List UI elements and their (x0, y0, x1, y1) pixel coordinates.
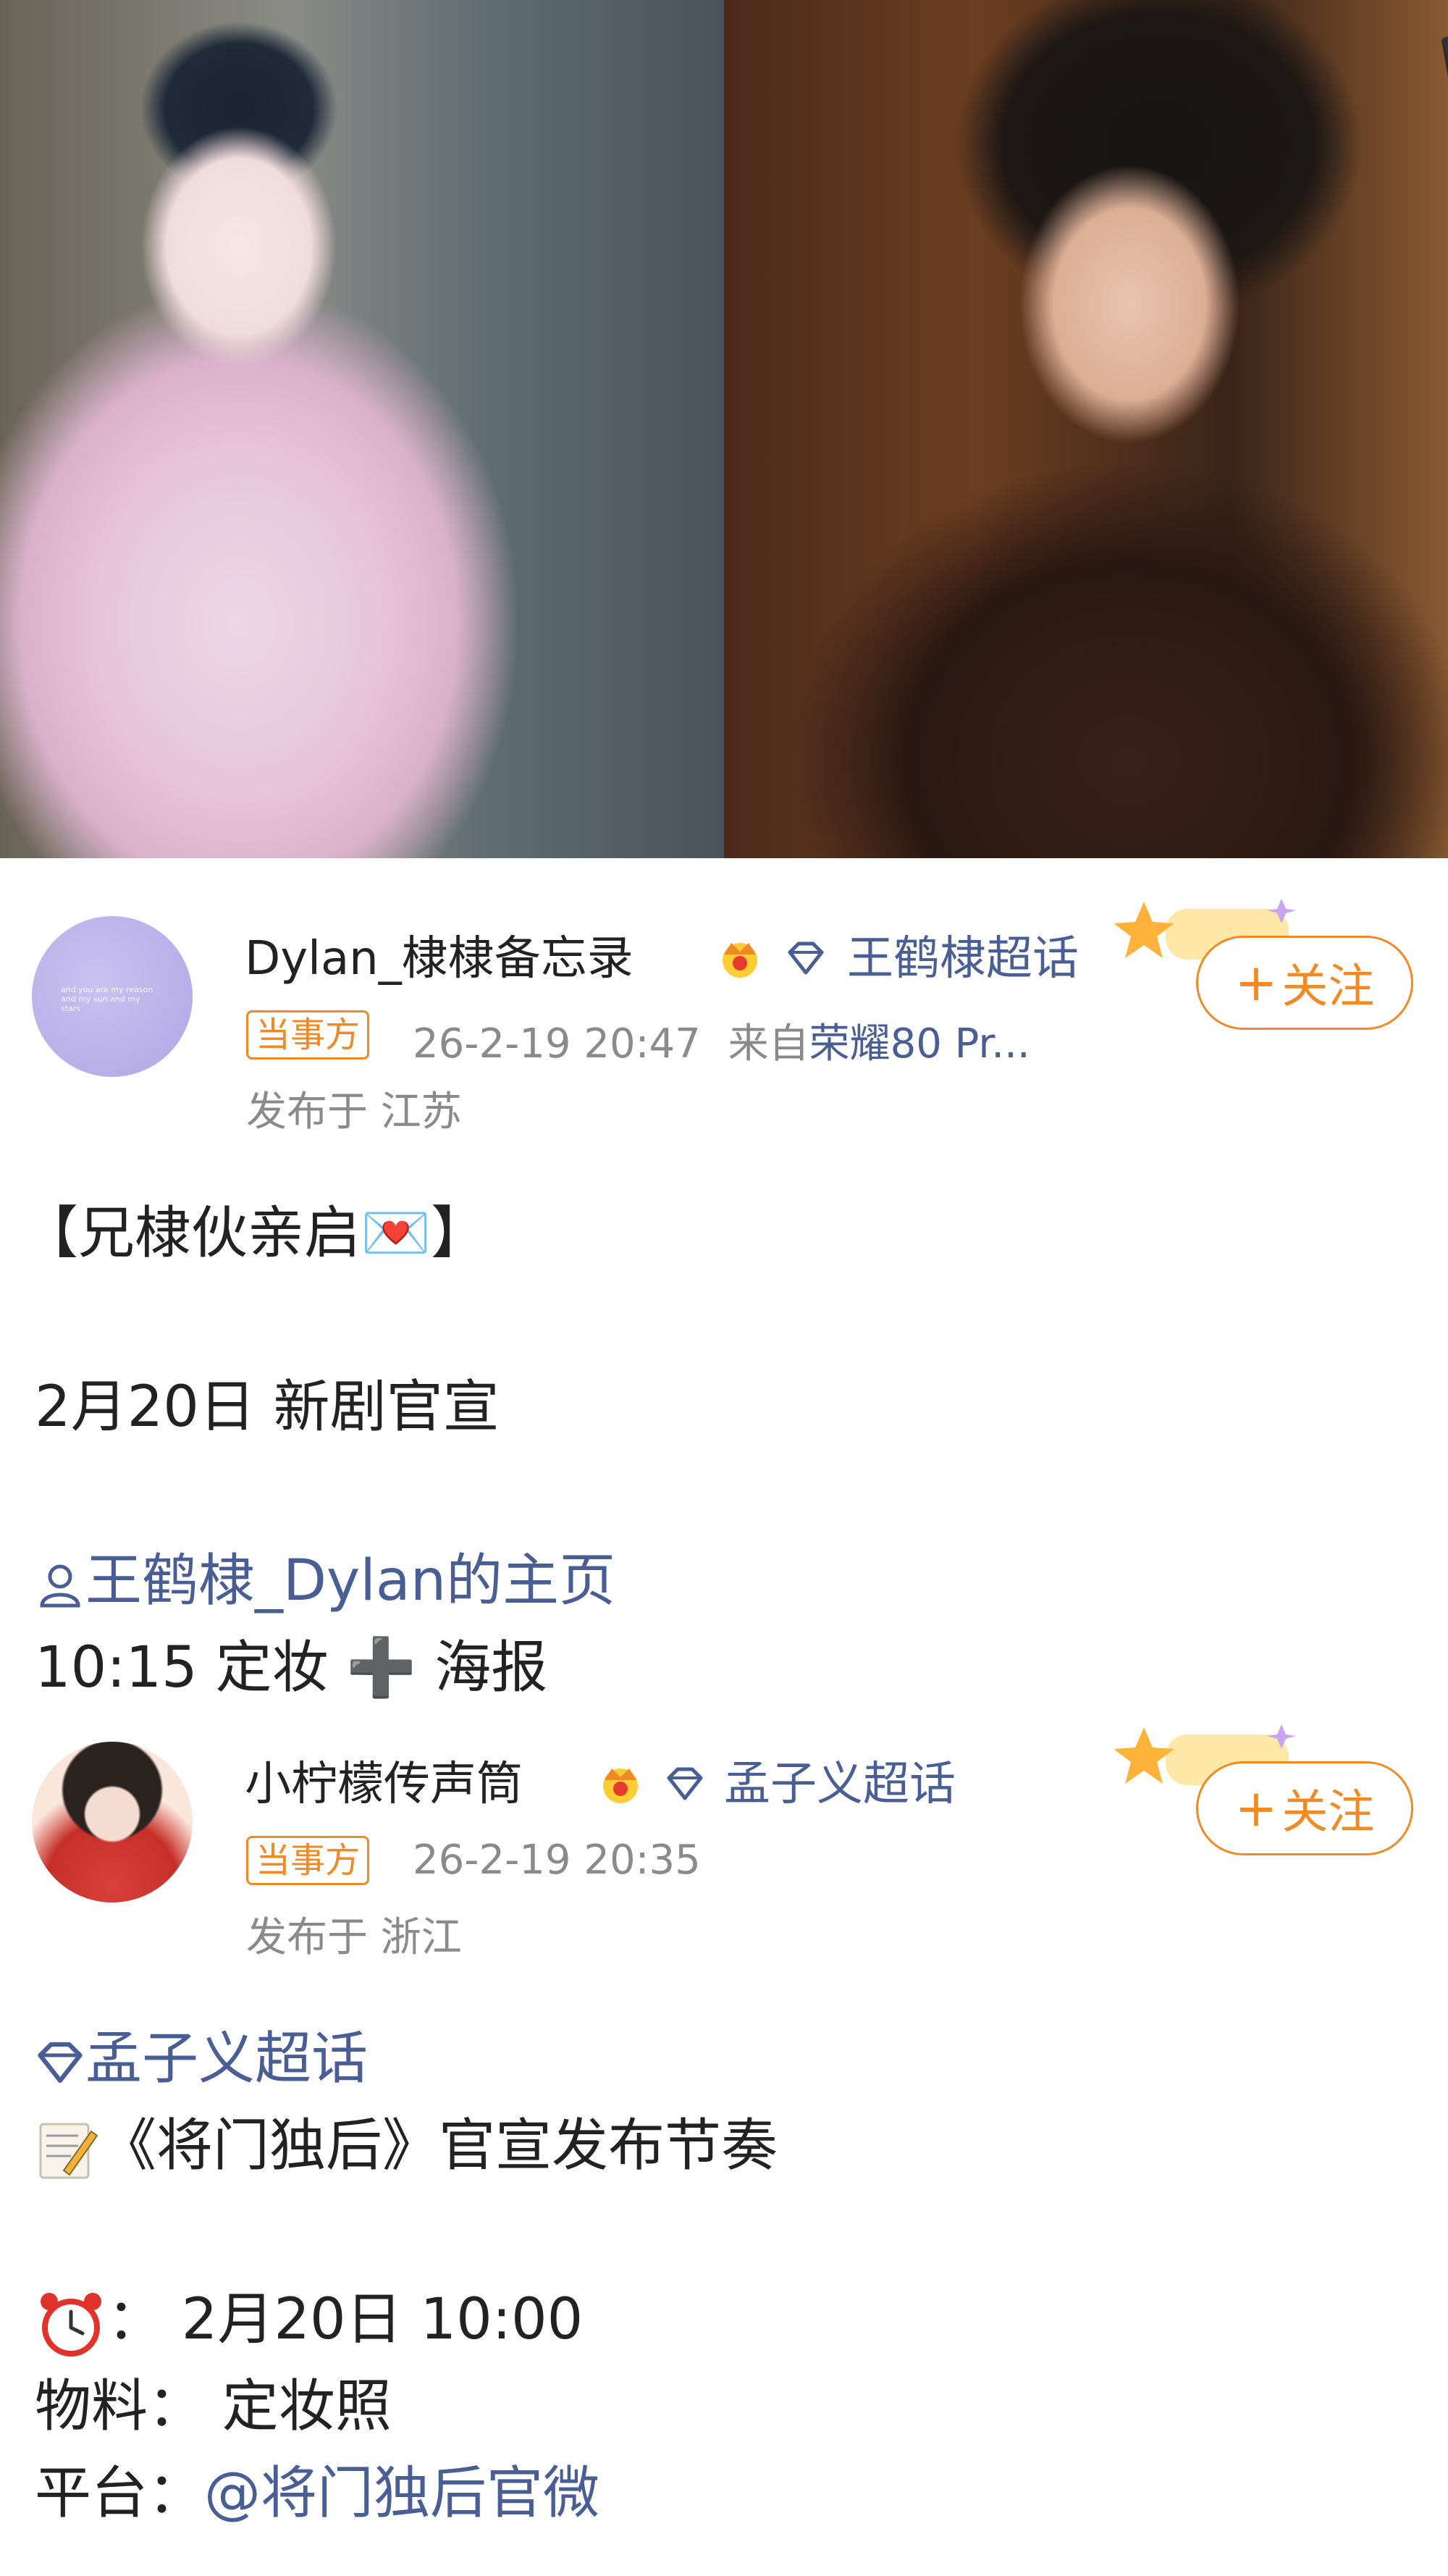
person-icon (40, 1564, 80, 1608)
post-material: 物料： 定妆照 (35, 2374, 392, 2439)
follow-button[interactable]: + 关注 (1196, 936, 1413, 1030)
post-meta: 26-2-19 20:47 来自荣耀80 Pr... (413, 1011, 1030, 1070)
post-time-line: ： 2月20日 10:00 (35, 2274, 583, 2359)
plus-icon: + (1234, 1779, 1278, 1838)
superchat-diamond-icon (38, 2042, 83, 2083)
follow-label: 关注 (1281, 960, 1375, 1014)
follow-button[interactable]: + 关注 (1196, 1761, 1413, 1855)
supertopic-link[interactable]: 孟子义超话 (724, 1747, 956, 1813)
avatar[interactable]: and you are my reason and my sun and my … (32, 916, 193, 1077)
post-date-line: 2月20日 新剧官宣 (35, 1375, 500, 1440)
sword-prop (1441, 33, 1448, 858)
post-title-line: 《将门独后》官宣发布节奏 (35, 2100, 778, 2182)
plus-icon: + (1234, 953, 1278, 1012)
post-time: 26-2-19 20:35 (413, 1837, 701, 1884)
profile-link-label[interactable]: 王鹤棣_Dylan的主页 (85, 1548, 615, 1614)
topic-link-label[interactable]: 孟子义超话 (85, 2026, 368, 2092)
platform-label: 平台： (35, 2461, 205, 2526)
alarm-clock-icon (41, 2292, 101, 2357)
from-prefix: 来自 (728, 1020, 809, 1067)
photo-actress[interactable] (0, 0, 724, 858)
post-platform: 平台：@将门独后官微 (35, 2448, 599, 2529)
profile-link[interactable]: 王鹤棣_Dylan的主页 (35, 1535, 615, 1616)
post-location: 发布于 浙江 (246, 1914, 462, 1961)
post-time: 26-2-19 20:47 (413, 1020, 701, 1067)
post-schedule: 10:15 定妆 ➕ 海报 (35, 1635, 548, 1700)
post-location: 发布于 江苏 (246, 1088, 462, 1136)
photo-actor[interactable] (724, 0, 1448, 858)
follow-label: 关注 (1281, 1786, 1375, 1839)
username[interactable]: 小柠檬传声筒 (245, 1747, 523, 1813)
crown-badge-icon (603, 1769, 638, 1803)
avatar[interactable] (32, 1742, 193, 1902)
superchat-diamond-icon (788, 941, 824, 975)
device-link[interactable]: 荣耀80 Pr... (809, 1020, 1030, 1067)
status-badge: 当事方 (246, 1836, 370, 1885)
release-time: ： 2月20日 10:00 (107, 2287, 584, 2352)
post-heading: 【兄棣伙亲启💌】 (22, 1201, 488, 1266)
platform-mention-link[interactable]: @将门独后官微 (204, 2461, 599, 2526)
topic-link[interactable]: 孟子义超话 (35, 2013, 368, 2094)
banner-image[interactable] (0, 0, 1448, 858)
memo-icon (39, 2123, 98, 2179)
supertopic-link[interactable]: 王鹤棣超话 (847, 921, 1079, 988)
superchat-diamond-icon (667, 1767, 703, 1800)
username[interactable]: Dylan_棣棣备忘录 (245, 921, 634, 988)
post-title: 《将门独后》官宣发布节奏 (100, 2113, 778, 2178)
crown-badge-icon (723, 943, 757, 978)
status-badge: 当事方 (246, 1010, 370, 1060)
avatar-caption: and you are my reason and my sun and my … (61, 985, 153, 1013)
